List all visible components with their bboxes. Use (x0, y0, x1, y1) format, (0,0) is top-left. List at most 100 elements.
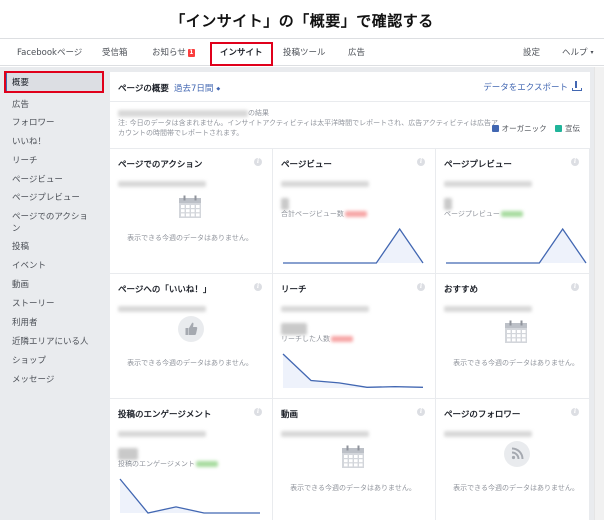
empty-state-text: 表示できる今週のデータはありません。 (127, 359, 253, 367)
nav-help[interactable]: ヘルプ ▾ (562, 46, 594, 58)
card-page-likes[interactable]: ページへの「いいね！」 i 表示できる今週のデータはありません。 (110, 274, 273, 399)
card-subtitle (118, 173, 206, 192)
sparkline-area (283, 354, 423, 388)
sidebar-item-followers[interactable]: フォロワー (12, 116, 55, 128)
sidebar-item-stories[interactable]: ストーリー (12, 297, 55, 309)
sidebar-item-page-actions[interactable]: ページでのアクショ (12, 210, 88, 222)
card-title: ページビュー (281, 160, 332, 170)
sidebar-item-posts[interactable]: 投稿 (12, 240, 29, 252)
nav-ads[interactable]: 広告 (348, 46, 365, 58)
date-range-dropdown[interactable]: 過去7日間 ◆ (174, 82, 220, 94)
results-suffix: の結果 (248, 109, 269, 117)
info-icon[interactable]: i (571, 283, 579, 291)
metric-value-redacted (118, 447, 138, 460)
card-title: 投稿のエンゲージメント (118, 410, 212, 420)
highlight-box-insights (210, 42, 273, 66)
nav-inbox[interactable]: 受信箱 (102, 46, 128, 58)
metric-value-redacted (444, 197, 452, 210)
sparkline-area (446, 229, 586, 263)
card-page-previews[interactable]: ページプレビュー i ページプレビュー (436, 149, 590, 274)
sidebar-item-ads[interactable]: 広告 (12, 98, 29, 110)
sidebar-item-page-actions-wrap[interactable]: ン (12, 222, 21, 234)
sidebar-item-messages[interactable]: メッセージ (12, 373, 54, 385)
notification-badge: 1 (187, 49, 195, 57)
sparkline-chart (282, 353, 424, 388)
metric-change-redacted (344, 211, 367, 217)
metric-label-text: リーチした人数 (281, 335, 330, 343)
sidebar-item-reach[interactable]: リーチ (12, 154, 38, 166)
legend: オーガニック 宣伝 (491, 123, 580, 134)
scrollbar[interactable] (594, 67, 604, 520)
card-page-actions[interactable]: ページでのアクション i 表示できる今週のデータはありません。 (110, 149, 273, 274)
sidebar-item-events[interactable]: イベント (12, 259, 46, 271)
nav-facebook-page[interactable]: Facebookページ (17, 46, 82, 58)
info-icon[interactable]: i (417, 408, 425, 416)
banner: 「インサイト」の「概要」で確認する (0, 0, 604, 38)
sparkline-area (120, 479, 260, 513)
info-icon[interactable]: i (254, 158, 262, 166)
card-page-views[interactable]: ページビュー i 合計ページビュー数 (273, 149, 436, 274)
sidebar-item-videos[interactable]: 動画 (12, 278, 29, 290)
info-icon[interactable]: i (254, 408, 262, 416)
info-icon[interactable]: i (417, 158, 425, 166)
date-range-label: 過去7日間 (174, 84, 214, 94)
nav-settings[interactable]: 設定 (523, 46, 540, 58)
card-title: ページへの「いいね！」 (118, 285, 212, 295)
card-title: 動画 (281, 410, 299, 420)
overview-panel: ページの概要 過去7日間 ◆ データをエクスポート の結果 注: 今日のデータは含… (110, 72, 590, 520)
info-icon[interactable]: i (571, 408, 579, 416)
sidebar-item-page-previews[interactable]: ページプレビュー (12, 191, 80, 203)
top-navigation: Facebookページ 受信箱 お知らせ 1 インサイト 投稿ツール 広告 設定 … (0, 38, 604, 66)
sidebar: 概要 広告 フォロワー いいね！ リーチ ページビュー ページプレビュー ページ… (0, 67, 108, 520)
overview-note: の結果 注: 今日のデータは含まれません。インサイトアクティビティは太平洋時間で… (110, 102, 590, 149)
date-subtitle-redacted (281, 305, 369, 312)
thumbs-up-icon (178, 316, 204, 342)
metric-value-redacted (281, 197, 289, 210)
card-page-followers[interactable]: ページのフォロワー i 表示できる今週のデータはありません。 (436, 399, 590, 520)
nav-publishing-tools[interactable]: 投稿ツール (283, 46, 326, 58)
sidebar-item-local[interactable]: 近隣エリアにいる人 (12, 335, 89, 347)
card-subtitle (281, 298, 369, 317)
nav-notifications[interactable]: お知らせ 1 (152, 46, 195, 58)
date-subtitle-redacted (118, 305, 206, 312)
card-title: ページプレビュー (444, 160, 512, 170)
calendar-icon (342, 445, 364, 468)
card-videos[interactable]: 動画 i 表示できる今週のデータはありません。 (273, 399, 436, 520)
overview-title: ページの概要 (118, 84, 169, 94)
chevron-down-icon: ▾ (590, 49, 594, 56)
date-subtitle-redacted (281, 180, 369, 187)
sparkline-area (283, 229, 423, 263)
empty-state-text: 表示できる今週のデータはありません。 (453, 484, 579, 492)
card-post-engagement[interactable]: 投稿のエンゲージメント i 投稿のエンゲージメント (110, 399, 273, 520)
sidebar-item-shop[interactable]: ショップ (12, 354, 46, 366)
info-icon[interactable]: i (417, 283, 425, 291)
export-data-link[interactable]: データをエクスポート (483, 81, 582, 93)
export-data-label: データをエクスポート (483, 83, 568, 93)
card-reach[interactable]: リーチ i リーチした人数 (273, 274, 436, 399)
sidebar-item-likes[interactable]: いいね！ (12, 135, 46, 147)
card-title: リーチ (281, 285, 307, 295)
empty-state-text: 表示できる今週のデータはありません。 (453, 359, 579, 367)
sidebar-item-page-views[interactable]: ページビュー (12, 173, 63, 185)
date-subtitle-redacted (444, 430, 532, 437)
calendar-icon (505, 320, 527, 343)
legend-swatch-organic (491, 125, 499, 132)
card-title: おすすめ (444, 285, 479, 295)
dropdown-caret-icon: ◆ (216, 86, 221, 92)
sidebar-item-people[interactable]: 利用者 (12, 316, 38, 328)
metric-label-text: 合計ページビュー数 (281, 210, 344, 218)
card-subtitle (444, 173, 532, 192)
download-icon (572, 81, 582, 91)
legend-label-paid: 宣伝 (565, 124, 580, 133)
legend-swatch-paid (555, 125, 562, 132)
card-recommendations[interactable]: おすすめ i 表示できる今週のデータはありません。 (436, 274, 590, 399)
card-subtitle (118, 423, 206, 442)
date-subtitle-redacted (118, 180, 206, 187)
metric-change-redacted (331, 336, 353, 342)
card-subtitle (118, 298, 206, 317)
sparkline-chart (446, 227, 587, 264)
date-subtitle-redacted (444, 305, 532, 312)
rss-follow-icon (504, 441, 530, 467)
info-icon[interactable]: i (571, 158, 579, 166)
info-icon[interactable]: i (254, 283, 262, 291)
